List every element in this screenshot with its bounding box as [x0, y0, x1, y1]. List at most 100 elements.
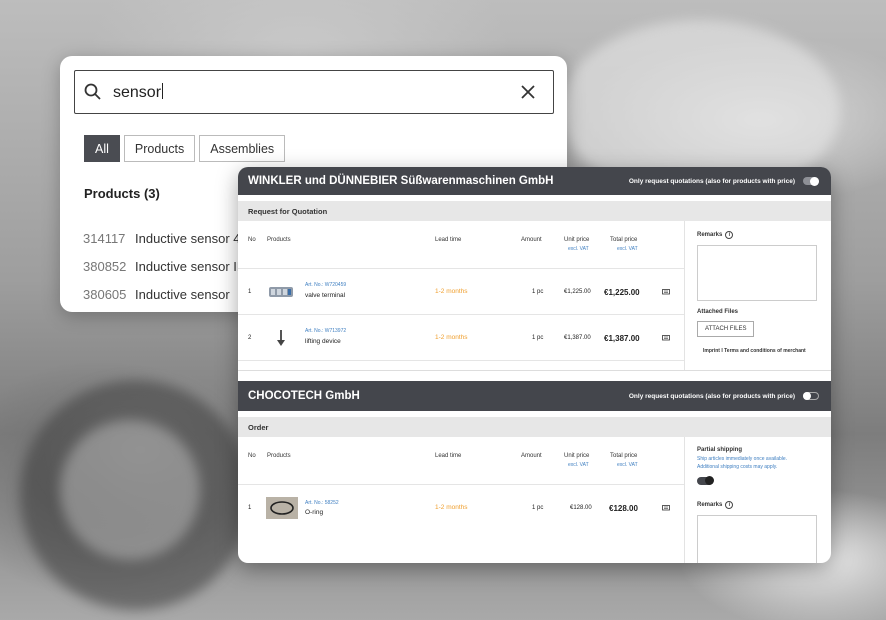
- product-name[interactable]: O-ring: [305, 509, 323, 516]
- remarks-label: Remarks i: [697, 501, 819, 509]
- search-field[interactable]: sensor: [74, 70, 554, 114]
- merchant-links[interactable]: Imprint I Terms and conditions of mercha…: [703, 348, 819, 354]
- product-name[interactable]: lifting device: [305, 338, 341, 345]
- article-number[interactable]: Art. No.: W720459: [305, 282, 346, 288]
- remarks-textarea[interactable]: [697, 515, 817, 563]
- list-item[interactable]: 380605 Inductive sensor: [83, 280, 248, 308]
- col-amount: Amount: [521, 237, 542, 243]
- merchant-name: WINKLER und DÜNNEBIER Süßwarenmaschinen …: [248, 175, 554, 187]
- merchant-header: WINKLER und DÜNNEBIER Süßwarenmaschinen …: [238, 167, 831, 195]
- results-list: 314117 Inductive sensor 4r 380852 Inductiv…: [83, 224, 248, 308]
- merchant-name: CHOCOTECH GmbH: [248, 390, 360, 402]
- unit-price: €128.00: [570, 505, 592, 511]
- article-number[interactable]: Art. No.: 58252: [305, 500, 339, 506]
- close-icon[interactable]: [519, 83, 537, 101]
- search-input[interactable]: sensor: [113, 83, 519, 102]
- info-icon[interactable]: i: [725, 231, 734, 239]
- quotation-toggle-group: Only request quotations (also for produc…: [629, 392, 819, 400]
- results-heading: Products (3): [84, 186, 160, 201]
- col-unit-sub: excl. VAT: [568, 246, 589, 252]
- total-price: €128.00: [609, 504, 638, 513]
- article-number[interactable]: Art. No.: W713972: [305, 328, 346, 334]
- merchant-block: No Products Lead time Amount Unit price …: [238, 437, 831, 563]
- quotation-toggle[interactable]: [803, 392, 819, 400]
- filter-products-button[interactable]: Products: [123, 135, 196, 162]
- col-unit: Unit price: [564, 453, 590, 459]
- attach-files-button[interactable]: ATTACH FILES: [697, 321, 755, 337]
- filter-all-button[interactable]: All: [84, 135, 120, 162]
- attached-files-label: Attached Files: [697, 309, 739, 315]
- partial-shipping-toggle[interactable]: [697, 476, 714, 485]
- comment-icon[interactable]: [662, 289, 670, 295]
- product-name[interactable]: valve terminal: [305, 292, 345, 299]
- search-icon: [84, 83, 101, 100]
- filter-assemblies-button[interactable]: Assemblies: [199, 135, 286, 162]
- merchant-sidebar: Remarks i Attached Files ATTACH FILES Imp…: [684, 221, 831, 370]
- cart-table: No Products Lead time Amount Unit price …: [238, 221, 684, 370]
- quotation-toggle-group: Only request quotations (also for produc…: [628, 176, 819, 186]
- merchant-header: CHOCOTECH GmbH Only request quotations (…: [238, 381, 831, 411]
- row-number: 1: [248, 289, 252, 295]
- cart-panel: WINKLER und DÜNNEBIER Süßwarenmaschinen …: [238, 167, 831, 563]
- comment-icon[interactable]: [662, 335, 670, 341]
- result-name: Inductive sensor 4r: [135, 230, 245, 246]
- col-no: No: [248, 237, 256, 243]
- merchant-block: No Products Lead time Amount Unit price …: [238, 221, 831, 371]
- col-unit-sub: excl. VAT: [568, 462, 589, 468]
- filter-tabs: All Products Assemblies: [84, 135, 286, 162]
- valve-terminal-thumb: [269, 287, 293, 297]
- background-blur-light: [60, 420, 200, 560]
- merchant-sidebar: Partial shipping Ship articles immediate…: [684, 437, 831, 563]
- partial-shipping-note-1: Ship articles immediately once available…: [697, 456, 788, 462]
- col-amount: Amount: [521, 453, 542, 459]
- list-item[interactable]: 314117 Inductive sensor 4r: [83, 224, 248, 252]
- o-ring-thumb: [266, 497, 298, 519]
- amount: 1 pc: [532, 335, 544, 341]
- col-total: Total price: [610, 453, 638, 459]
- quotation-toggle-label: Only request quotations (also for produc…: [628, 177, 795, 185]
- row-number: 1: [248, 505, 252, 511]
- col-total-sub: excl. VAT: [617, 462, 638, 468]
- col-total-sub: excl. VAT: [617, 246, 638, 252]
- table-header: No Products Lead time Amount Unit price …: [238, 437, 684, 485]
- table-header: No Products Lead time Amount Unit price …: [238, 221, 684, 269]
- col-lead: Lead time: [435, 237, 462, 243]
- col-total: Total price: [610, 237, 638, 243]
- row-number: 2: [248, 335, 252, 341]
- col-no: No: [248, 453, 256, 459]
- amount: 1 pc: [532, 505, 544, 511]
- lifting-device-thumb: [277, 330, 285, 346]
- quotation-toggle-label: Only request quotations (also for produc…: [628, 392, 795, 400]
- total-price: €1,225.00: [604, 288, 640, 297]
- cart-table: No Products Lead time Amount Unit price …: [238, 437, 684, 563]
- lead-time: 1-2 months: [435, 334, 468, 341]
- comment-icon[interactable]: [662, 505, 670, 511]
- result-number: 314117: [83, 230, 126, 246]
- section-header: Request for Quotation: [238, 201, 831, 221]
- lead-time: 1-2 months: [435, 504, 468, 511]
- result-name: Inductive sensor: [135, 286, 230, 302]
- partial-shipping-label: Partial shipping: [697, 447, 743, 453]
- table-row: 2 Art. No.: W713972 lifting device 1-2 m…: [238, 315, 684, 361]
- unit-price: €1,225.00: [564, 289, 591, 295]
- total-price: €1,387.00: [604, 334, 640, 343]
- col-products: Products: [267, 237, 291, 243]
- col-unit: Unit price: [564, 237, 590, 243]
- unit-price: €1,387.00: [564, 335, 591, 341]
- amount: 1 pc: [532, 289, 544, 295]
- remarks-label: Remarks i: [697, 231, 819, 239]
- remarks-textarea[interactable]: [697, 245, 817, 301]
- col-products: Products: [267, 453, 291, 459]
- result-number: 380852: [83, 258, 127, 274]
- quotation-toggle[interactable]: [803, 176, 819, 186]
- list-item[interactable]: 380852 Inductive sensor IM: [83, 252, 248, 280]
- result-name: Inductive sensor IM: [135, 258, 248, 274]
- remarks-text: Remarks: [697, 232, 723, 238]
- partial-shipping-note-2: Additional shipping costs may apply.: [697, 464, 778, 470]
- col-lead: Lead time: [435, 453, 462, 459]
- section-header: Order: [238, 417, 831, 437]
- remarks-text: Remarks: [697, 502, 723, 508]
- table-row: 1 Art. No.: 58252 O-ring 1-2 months 1 pc…: [238, 485, 684, 531]
- table-row: 1 Art. No.: W720459 valve terminal 1-2 m…: [238, 269, 684, 315]
- info-icon[interactable]: i: [725, 501, 734, 509]
